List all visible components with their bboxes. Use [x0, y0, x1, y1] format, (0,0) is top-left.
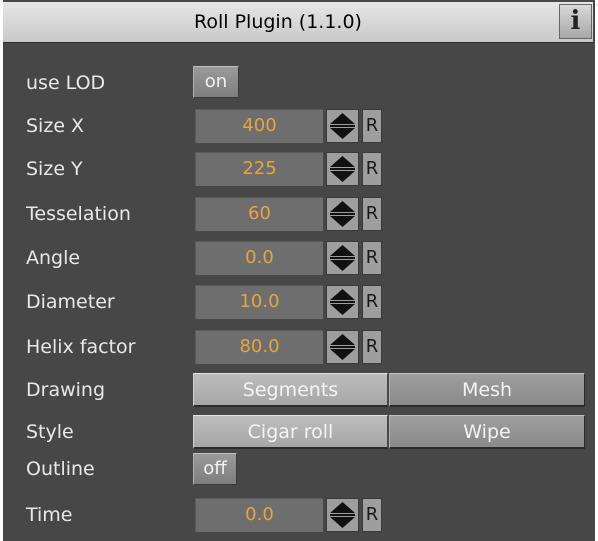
time-label: Time [26, 504, 73, 526]
tesselation-reset-button[interactable]: R [362, 197, 382, 231]
info-icon[interactable]: i [559, 4, 592, 39]
spinner-up-down-icon [330, 334, 355, 360]
style-cigar-roll-button[interactable]: Cigar roll [193, 415, 388, 449]
diameter-spinner[interactable] [326, 285, 359, 319]
spinner-up-down-icon [330, 245, 355, 271]
outline-toggle[interactable]: off [193, 453, 237, 485]
style-wipe-button[interactable]: Wipe [389, 415, 585, 449]
drawing-label: Drawing [26, 379, 106, 401]
size-x-label: Size X [26, 115, 85, 137]
title-bar: Roll Plugin (1.1.0) i [3, 2, 593, 43]
size-x-spinner[interactable] [326, 109, 359, 143]
diameter-input[interactable]: 10.0 [195, 285, 323, 319]
angle-spinner[interactable] [326, 241, 359, 275]
spinner-up-down-icon [330, 502, 355, 528]
angle-label: Angle [26, 247, 81, 269]
size-y-spinner[interactable] [326, 152, 359, 186]
panel-title: Roll Plugin (1.1.0) [194, 11, 362, 33]
tesselation-input[interactable]: 60 [195, 197, 323, 231]
style-label: Style [26, 421, 74, 443]
helix-factor-reset-button[interactable]: R [362, 330, 382, 364]
size-x-reset-button[interactable]: R [362, 109, 382, 143]
helix-factor-input[interactable]: 80.0 [195, 330, 323, 364]
tesselation-label: Tesselation [26, 203, 131, 225]
spinner-up-down-icon [330, 289, 355, 315]
diameter-label: Diameter [26, 291, 115, 313]
use-lod-label: use LOD [26, 72, 106, 94]
angle-input[interactable]: 0.0 [195, 241, 323, 275]
time-input[interactable]: 0.0 [195, 498, 323, 532]
helix-factor-label: Helix factor [26, 336, 136, 358]
tesselation-spinner[interactable] [326, 197, 359, 231]
size-y-label: Size Y [26, 158, 83, 180]
spinner-up-down-icon [330, 201, 355, 227]
drawing-segments-button[interactable]: Segments [193, 373, 388, 407]
spinner-up-down-icon [330, 113, 355, 139]
time-spinner[interactable] [326, 498, 359, 532]
helix-factor-spinner[interactable] [326, 330, 359, 364]
diameter-reset-button[interactable]: R [362, 285, 382, 319]
size-y-input[interactable]: 225 [195, 152, 323, 186]
spinner-up-down-icon [330, 156, 355, 182]
angle-reset-button[interactable]: R [362, 241, 382, 275]
drawing-mesh-button[interactable]: Mesh [389, 373, 585, 407]
size-x-input[interactable]: 400 [195, 109, 323, 143]
time-reset-button[interactable]: R [362, 498, 382, 532]
outline-label: Outline [26, 458, 95, 480]
size-y-reset-button[interactable]: R [362, 152, 382, 186]
use-lod-toggle[interactable]: on [193, 66, 239, 98]
